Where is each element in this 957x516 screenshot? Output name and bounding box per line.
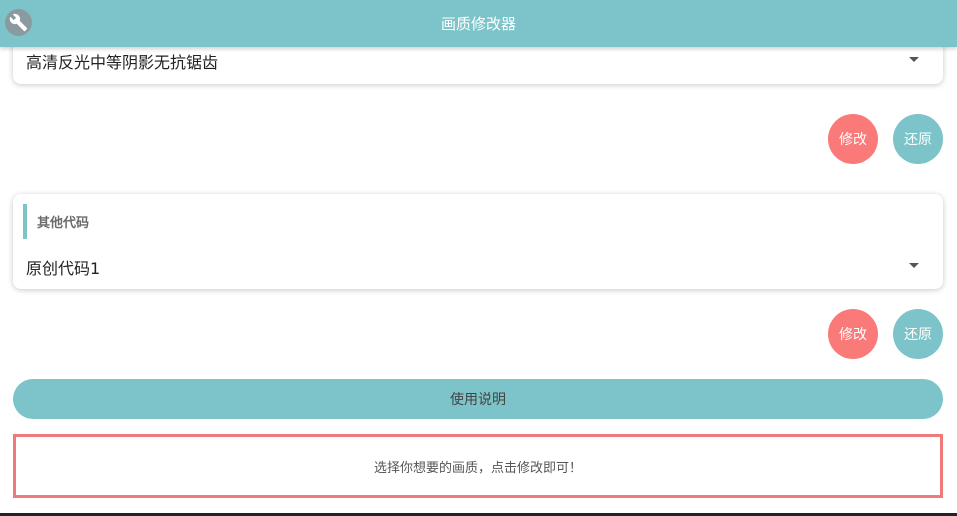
chevron-down-icon [909, 263, 919, 268]
quality-restore-button[interactable]: 还原 [893, 114, 943, 164]
quality-modify-button[interactable]: 修改 [828, 114, 878, 164]
page-title: 画质修改器 [440, 15, 516, 33]
other-code-select[interactable]: 原创代码1 [13, 242, 943, 289]
tip-box: 选择你想要的画质，点击修改即可！ [13, 434, 943, 498]
quality-select-value: 高清反光中等阴影无抗锯齿 [26, 53, 219, 72]
other-code-restore-button[interactable]: 还原 [893, 309, 943, 359]
chevron-down-icon [909, 57, 919, 62]
wrench-icon[interactable] [5, 9, 32, 36]
app-page: 高清反光中等阴影无抗锯齿 修改 还原 其他代码 原创代码1 修改 还原 使用说明… [0, 0, 957, 516]
other-code-label: 其他代码 [23, 204, 89, 239]
other-code-select-value: 原创代码1 [26, 259, 101, 278]
tip-text: 选择你想要的画质，点击修改即可！ [373, 460, 582, 476]
other-code-card: 其他代码 原创代码1 [13, 194, 943, 289]
other-code-modify-button[interactable]: 修改 [828, 309, 878, 359]
app-header: 画质修改器 [0, 0, 957, 47]
usage-guide-button[interactable]: 使用说明 [13, 379, 943, 419]
